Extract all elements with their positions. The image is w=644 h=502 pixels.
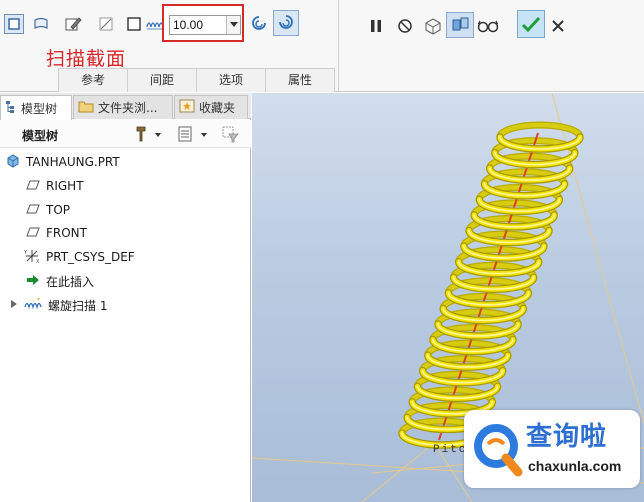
tab-model-tree[interactable]: 模型树 (0, 95, 72, 120)
no-preview-icon[interactable] (395, 16, 415, 36)
tab-options[interactable]: 选项 (196, 68, 266, 92)
svg-text:X: X (36, 259, 40, 264)
tree-item-csys[interactable]: YX PRT_CSYS_DEF (23, 246, 135, 268)
tab-label: 文件夹浏... (98, 101, 158, 115)
tab-pitch[interactable]: 间距 (127, 68, 197, 92)
pause-icon[interactable] (366, 16, 386, 36)
insert-here-arrow-icon (26, 274, 40, 289)
remove-material-icon[interactable] (96, 14, 116, 34)
datum-plane-icon (26, 203, 40, 218)
navigator-tabs: 模型树 文件夹浏... 收藏夹 (0, 93, 251, 120)
search-magnifier-icon (472, 420, 524, 481)
tree-item-helical-sweep[interactable]: * 螺旋扫描 1 (10, 294, 107, 316)
folder-browser-icon (78, 99, 94, 116)
dashboard-tabs: 参考 间距 选项 属性 (58, 68, 335, 92)
detached-preview-icon[interactable] (446, 12, 474, 38)
csys-icon: YX (23, 248, 40, 267)
svg-text:*: * (37, 297, 40, 304)
part-icon (6, 153, 20, 171)
dashboard-right-panel (340, 0, 644, 92)
tab-folder-browser[interactable]: 文件夹浏... (73, 95, 173, 119)
left-handed-icon[interactable] (273, 10, 299, 36)
model-tree-icon (5, 100, 17, 117)
pitch-value: 10.00 (173, 18, 204, 32)
tree-item-label: 螺旋扫描 1 (48, 298, 108, 313)
model-tree-toolbar: 模型树 (0, 120, 251, 148)
tab-label: 收藏夹 (199, 101, 236, 115)
tree-item-right-plane[interactable]: RIGHT (26, 175, 84, 197)
tree-item-top-plane[interactable]: TOP (26, 199, 70, 221)
tree-item-label: 在此插入 (46, 274, 95, 289)
watermark-title: 查询啦 (526, 422, 608, 452)
tree-item-label: RIGHT (46, 179, 84, 193)
tab-favorites[interactable]: 收藏夹 (174, 95, 248, 119)
datum-plane-icon (26, 179, 40, 194)
spring-coils-front (398, 133, 584, 449)
solid-icon[interactable] (4, 14, 24, 34)
model-navigator: 模型树 文件夹浏... 收藏夹 模型树 TANHAUNG.PRT RIGHT T… (0, 93, 251, 502)
dashboard-left-panel: 10.00 扫描截面 参考 间距 选项 属性 (0, 0, 339, 92)
attached-preview-icon[interactable] (423, 16, 443, 36)
confirm-check-icon[interactable] (517, 10, 545, 38)
tree-settings-hammer-icon[interactable] (133, 124, 163, 144)
thicken-icon[interactable] (124, 14, 144, 34)
show-columns-icon[interactable] (176, 124, 210, 144)
tree-item-label: PRT_CSYS_DEF (46, 250, 135, 264)
tree-item-label: TANHAUNG.PRT (26, 155, 120, 169)
pitch-value-field[interactable]: 10.00 (169, 15, 241, 35)
favorites-icon (179, 99, 195, 116)
chevron-down-icon[interactable] (226, 16, 240, 34)
expand-arrow-icon[interactable] (10, 298, 18, 312)
watermark-badge: 查询啦 chaxunla.com (464, 410, 640, 488)
svg-text:Y: Y (24, 250, 28, 256)
tab-properties[interactable]: 属性 (265, 68, 335, 92)
tree-item-insert-here[interactable]: 在此插入 (26, 270, 94, 292)
verify-glasses-icon[interactable] (476, 16, 500, 36)
helical-sweep-dashboard: 10.00 扫描截面 参考 间距 选项 属性 (0, 0, 644, 92)
tree-filter-icon[interactable] (220, 124, 242, 144)
right-handed-icon[interactable] (247, 12, 271, 36)
tree-item-front-plane[interactable]: FRONT (26, 222, 87, 244)
tab-label: 模型树 (21, 101, 58, 116)
watermark-url: chaxunla.com (528, 458, 622, 474)
sketch-section-icon[interactable] (63, 14, 83, 34)
tree-item-label: TOP (46, 203, 71, 217)
tree-item-part[interactable]: TANHAUNG.PRT (6, 151, 120, 173)
tree-item-label: FRONT (46, 226, 87, 240)
red-annotation: 扫描截面 (46, 48, 127, 70)
surface-icon[interactable] (31, 14, 51, 34)
pitch-highlight-box: 10.00 (162, 4, 244, 42)
tab-references[interactable]: 参考 (58, 68, 128, 92)
datum-plane-icon (26, 226, 40, 241)
cancel-close-icon[interactable] (548, 16, 568, 36)
helical-sweep-icon: * (24, 297, 42, 314)
model-tree-title: 模型树 (22, 129, 59, 143)
